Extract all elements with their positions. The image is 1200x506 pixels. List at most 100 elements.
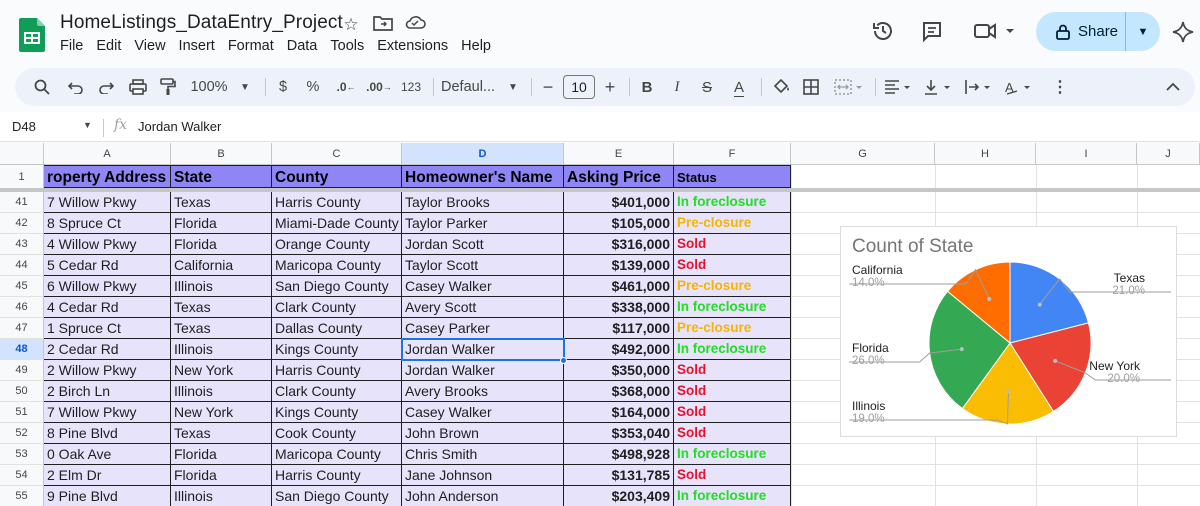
row-header-55[interactable]: 55 — [0, 486, 44, 506]
text-wrapping-icon[interactable] — [961, 68, 997, 106]
borders-icon[interactable] — [799, 68, 823, 106]
menu-insert[interactable]: Insert — [179, 38, 215, 54]
column-header-d[interactable]: D — [402, 143, 564, 165]
cell-county[interactable]: Harris County — [272, 360, 402, 381]
cell-status[interactable]: Sold — [674, 402, 791, 423]
column-header-b[interactable]: B — [171, 143, 272, 165]
star-icon[interactable]: ☆ — [340, 14, 362, 36]
currency-format-button[interactable]: $ — [273, 68, 293, 106]
cell-owner[interactable]: Chris Smith — [402, 444, 564, 465]
cell-price[interactable]: $498,928 — [564, 444, 674, 465]
cell-price[interactable]: $338,000 — [564, 297, 674, 318]
select-all-corner[interactable] — [0, 143, 44, 165]
cell-price[interactable]: $164,000 — [564, 402, 674, 423]
menu-format[interactable]: Format — [228, 38, 274, 54]
text-color-button[interactable]: A — [727, 68, 751, 106]
cell-county[interactable]: Cook County — [272, 423, 402, 444]
name-box[interactable]: D48 — [12, 119, 36, 134]
column-header-a[interactable]: A — [44, 143, 171, 165]
cell-owner[interactable]: Casey Parker — [402, 318, 564, 339]
undo-icon[interactable] — [63, 68, 89, 106]
decrease-decimal-button[interactable]: .0 ← — [333, 68, 359, 106]
column-title-5[interactable]: Status — [674, 165, 791, 188]
cell-county[interactable]: Dallas County — [272, 318, 402, 339]
more-formats-button[interactable]: 123 — [397, 68, 425, 106]
cell-price[interactable]: $316,000 — [564, 234, 674, 255]
row-header-1[interactable]: 1 — [0, 165, 44, 190]
cell-addr[interactable]: 2 Willow Pkwy — [44, 360, 171, 381]
cell-price[interactable]: $139,000 — [564, 255, 674, 276]
gemini-icon[interactable] — [1168, 15, 1198, 49]
row-header-50[interactable]: 50 — [0, 381, 44, 402]
share-button[interactable]: Share ▼ — [1036, 12, 1160, 51]
cell-county[interactable]: Maricopa County — [272, 444, 402, 465]
font-select[interactable]: Defaul... — [441, 68, 503, 106]
cell-state[interactable]: Florida — [171, 213, 272, 234]
cell-owner[interactable]: Avery Scott — [402, 297, 564, 318]
fill-color-icon[interactable] — [769, 68, 793, 106]
cell-price[interactable]: $105,000 — [564, 213, 674, 234]
cell-status[interactable]: Sold — [674, 255, 791, 276]
bold-button[interactable]: B — [637, 68, 657, 106]
cell-addr[interactable]: 7 Willow Pkwy — [44, 192, 171, 213]
cell-county[interactable]: Harris County — [272, 465, 402, 486]
strikethrough-button[interactable]: S — [697, 68, 717, 106]
text-rotation-icon[interactable]: A — [1001, 68, 1037, 106]
cell-price[interactable]: $461,000 — [564, 276, 674, 297]
cell-county[interactable]: Harris County — [272, 192, 402, 213]
row-header-41[interactable]: 41 — [0, 192, 44, 213]
column-header-c[interactable]: C — [272, 143, 402, 165]
cell-status[interactable]: Sold — [674, 360, 791, 381]
cell-price[interactable]: $131,785 — [564, 465, 674, 486]
cell-county[interactable]: Clark County — [272, 297, 402, 318]
cell-addr[interactable]: 4 Willow Pkwy — [44, 234, 171, 255]
cell-owner[interactable]: Taylor Parker — [402, 213, 564, 234]
cell-status[interactable]: Sold — [674, 381, 791, 402]
cell-state[interactable]: Florida — [171, 234, 272, 255]
zoom-select[interactable]: 100% — [187, 68, 231, 106]
cell-status[interactable]: In foreclosure — [674, 444, 791, 465]
cell-addr[interactable]: 8 Pine Blvd — [44, 423, 171, 444]
cell-status[interactable]: Sold — [674, 465, 791, 486]
column-title-2[interactable]: County — [272, 165, 402, 188]
menu-help[interactable]: Help — [461, 38, 491, 54]
row-header-48[interactable]: 48 — [0, 339, 44, 360]
cell-owner[interactable]: Jordan Walker — [402, 360, 564, 381]
row-header-47[interactable]: 47 — [0, 318, 44, 339]
row-header-49[interactable]: 49 — [0, 360, 44, 381]
cell-state[interactable]: New York — [171, 402, 272, 423]
column-header-j[interactable]: J — [1137, 143, 1200, 165]
document-title[interactable]: HomeListings_DataEntry_Project — [60, 12, 343, 34]
row-header-44[interactable]: 44 — [0, 255, 44, 276]
formula-input[interactable]: Jordan Walker — [138, 119, 221, 134]
cell-owner[interactable]: Jordan Scott — [402, 234, 564, 255]
cell-owner[interactable]: Avery Brooks — [402, 381, 564, 402]
cell-county[interactable]: Maricopa County — [272, 255, 402, 276]
cell-status[interactable]: Sold — [674, 423, 791, 444]
cell-price[interactable]: $203,409 — [564, 486, 674, 506]
zoom-dropdown-icon[interactable]: ▼ — [237, 68, 253, 106]
cell-addr[interactable]: 9 Pine Blvd — [44, 486, 171, 506]
share-dropdown-icon[interactable]: ▼ — [1126, 26, 1160, 38]
cell-price[interactable]: $492,000 — [564, 339, 674, 360]
cell-addr[interactable]: 1 Spruce Ct — [44, 318, 171, 339]
cell-price[interactable]: $350,000 — [564, 360, 674, 381]
row-header-54[interactable]: 54 — [0, 465, 44, 486]
cell-state[interactable]: Illinois — [171, 339, 272, 360]
cell-state[interactable]: Texas — [171, 318, 272, 339]
cell-price[interactable]: $117,000 — [564, 318, 674, 339]
cell-owner[interactable]: John Brown — [402, 423, 564, 444]
cell-state[interactable]: California — [171, 255, 272, 276]
cell-state[interactable]: Illinois — [171, 381, 272, 402]
cell-price[interactable]: $353,040 — [564, 423, 674, 444]
cell-status[interactable]: Pre-closure — [674, 318, 791, 339]
column-header-h[interactable]: H — [935, 143, 1036, 165]
cell-owner[interactable]: John Anderson — [402, 486, 564, 506]
row-header-52[interactable]: 52 — [0, 423, 44, 444]
cell-addr[interactable]: 2 Cedar Rd — [44, 339, 171, 360]
print-icon[interactable] — [125, 68, 151, 106]
cell-county[interactable]: San Diego County — [272, 486, 402, 506]
vertical-align-icon[interactable] — [921, 68, 957, 106]
cell-addr[interactable]: 4 Cedar Rd — [44, 297, 171, 318]
cell-owner[interactable]: Casey Walker — [402, 402, 564, 423]
